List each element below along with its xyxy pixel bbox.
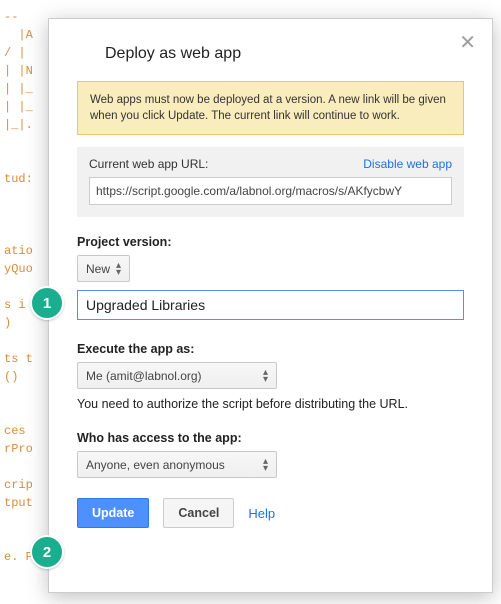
execute-as-section: Execute the app as: Me (amit@labnol.org)…: [77, 342, 464, 411]
chevron-updown-icon: ▴▾: [263, 458, 268, 472]
execute-as-label: Execute the app as:: [77, 342, 464, 356]
execute-as-select[interactable]: Me (amit@labnol.org) ▴▾: [77, 362, 277, 389]
access-select[interactable]: Anyone, even anonymous ▴▾: [77, 451, 277, 478]
deploy-dialog: ✕ Deploy as web app Web apps must now be…: [48, 18, 493, 593]
project-version-label: Project version:: [77, 235, 464, 249]
close-icon[interactable]: ✕: [459, 33, 476, 53]
chevron-updown-icon: ▴▾: [116, 262, 121, 276]
version-notice: Web apps must now be deployed at a versi…: [77, 81, 464, 135]
dialog-buttons: Update Cancel Help: [77, 498, 464, 528]
cancel-button[interactable]: Cancel: [163, 498, 234, 528]
version-select-value: New: [86, 262, 110, 276]
step-badge-1: 1: [30, 286, 64, 320]
current-url-input[interactable]: [89, 177, 452, 205]
authorize-note: You need to authorize the script before …: [77, 397, 464, 411]
chevron-updown-icon: ▴▾: [263, 369, 268, 383]
url-section: Current web app URL: Disable web app: [77, 147, 464, 217]
access-label: Who has access to the app:: [77, 431, 464, 445]
update-button[interactable]: Update: [77, 498, 149, 528]
step-badge-2: 2: [30, 535, 64, 569]
help-link[interactable]: Help: [248, 506, 275, 521]
dialog-title: Deploy as web app: [105, 45, 464, 63]
access-value: Anyone, even anonymous: [86, 458, 225, 472]
access-section: Who has access to the app: Anyone, even …: [77, 431, 464, 478]
project-version-section: Project version: New ▴▾: [77, 235, 464, 342]
disable-web-app-link[interactable]: Disable web app: [363, 157, 452, 171]
execute-as-value: Me (amit@labnol.org): [86, 369, 202, 383]
version-select[interactable]: New ▴▾: [77, 255, 130, 282]
version-description-input[interactable]: [77, 290, 464, 320]
